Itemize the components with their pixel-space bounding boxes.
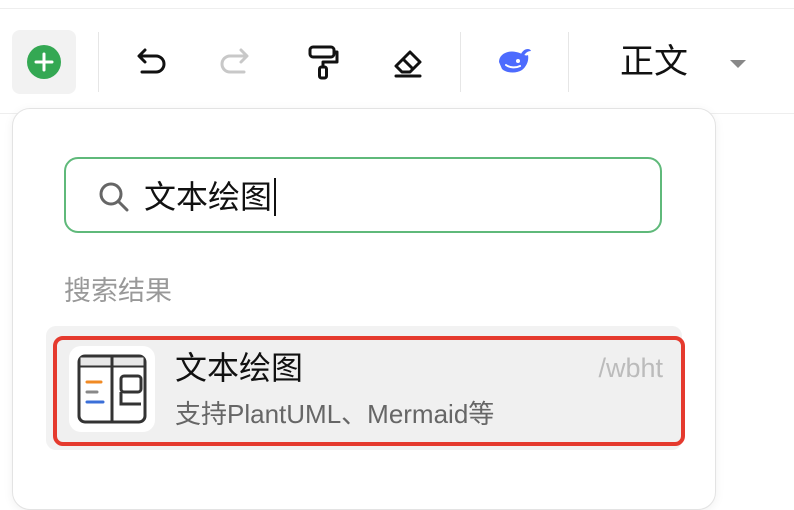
redo-icon	[220, 48, 249, 74]
undo-icon	[137, 48, 166, 74]
search-result-item[interactable]: 文本绘图 支持PlantUML、Mermaid等 /wbht	[53, 336, 685, 446]
result-shortcut: /wbht	[598, 353, 663, 383]
redo-button[interactable]	[216, 42, 256, 82]
top-divider	[0, 8, 794, 9]
ai-whale-icon	[499, 49, 531, 73]
search-input-value[interactable]: 文本绘图	[144, 173, 277, 221]
eraser-icon	[394, 50, 422, 78]
plus-icon	[27, 45, 61, 79]
text-diagram-icon	[69, 346, 155, 432]
clear-format-button[interactable]	[388, 42, 428, 82]
format-painter-button[interactable]	[303, 42, 343, 82]
text-cursor	[274, 178, 277, 216]
search-query-text: 文本绘图	[144, 178, 273, 216]
result-subtitle: 支持PlantUML、Mermaid等	[175, 399, 495, 429]
toolbar-separator	[98, 32, 99, 92]
toolbar-separator	[460, 32, 461, 92]
toolbar-separator	[568, 32, 569, 92]
format-painter-icon	[308, 45, 339, 80]
paragraph-style-dropdown[interactable]: 正文	[606, 40, 702, 84]
search-results-heading: 搜索结果	[64, 276, 172, 307]
search-icon	[99, 182, 129, 212]
result-title: 文本绘图	[175, 349, 304, 387]
ai-assistant-button[interactable]	[494, 42, 534, 82]
search-input[interactable]: 文本绘图	[64, 157, 662, 233]
undo-button[interactable]	[130, 42, 170, 82]
chevron-down-icon[interactable]	[730, 60, 746, 68]
insert-button[interactable]	[12, 30, 76, 94]
